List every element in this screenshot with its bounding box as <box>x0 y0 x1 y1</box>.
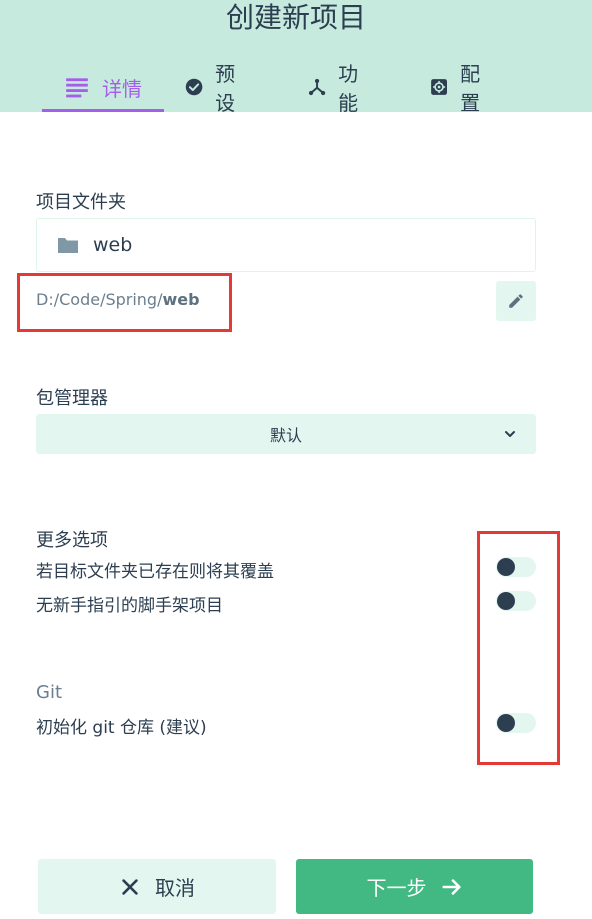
option-git-init-label: 初始化 git 仓库 (建议) <box>36 718 207 738</box>
settings-icon <box>431 79 447 95</box>
package-manager-label: 包管理器 <box>36 388 108 409</box>
check-circle-icon <box>185 78 203 96</box>
branch-icon <box>308 78 326 96</box>
folder-section-label: 项目文件夹 <box>36 192 126 213</box>
list-icon <box>66 78 88 98</box>
tab-label: 预设 <box>215 62 236 115</box>
page-title: 创建新项目 <box>225 1 366 34</box>
pencil-icon <box>509 294 523 308</box>
next-button[interactable]: 下一步 <box>296 859 533 914</box>
folder-input[interactable]: web <box>36 218 536 272</box>
cancel-label: 取消 <box>155 876 195 900</box>
option-overwrite-label: 若目标文件夹已存在则将其覆盖 <box>36 562 274 582</box>
close-icon <box>122 878 138 895</box>
folder-icon <box>58 238 78 253</box>
tab-config[interactable]: 配置 <box>430 62 488 115</box>
tab-features[interactable]: 功能 <box>308 62 366 115</box>
highlight-box-toggles <box>477 531 560 765</box>
tab-label: 功能 <box>338 62 359 115</box>
folder-input-value: web <box>93 234 133 256</box>
more-options-label: 更多选项 <box>36 530 108 551</box>
tab-label: 配置 <box>460 62 481 115</box>
highlight-box-path <box>17 273 232 332</box>
next-label: 下一步 <box>366 876 427 900</box>
option-no-guide-label: 无新手指引的脚手架项目 <box>36 596 223 616</box>
package-manager-select[interactable]: 默认 <box>36 414 536 454</box>
tab-presets[interactable]: 预设 <box>185 62 243 115</box>
git-section-label: Git <box>36 682 63 703</box>
edit-path-button[interactable] <box>496 281 536 321</box>
header: 创建新项目 详情 预设 功能 配置 <box>0 0 592 115</box>
cancel-button[interactable]: 取消 <box>38 859 276 914</box>
tab-details[interactable]: 详情 <box>42 62 164 112</box>
package-manager-value: 默认 <box>269 426 302 445</box>
chevron-down-icon <box>505 431 515 437</box>
arrow-right-icon <box>441 878 461 895</box>
tab-label: 详情 <box>102 76 142 101</box>
